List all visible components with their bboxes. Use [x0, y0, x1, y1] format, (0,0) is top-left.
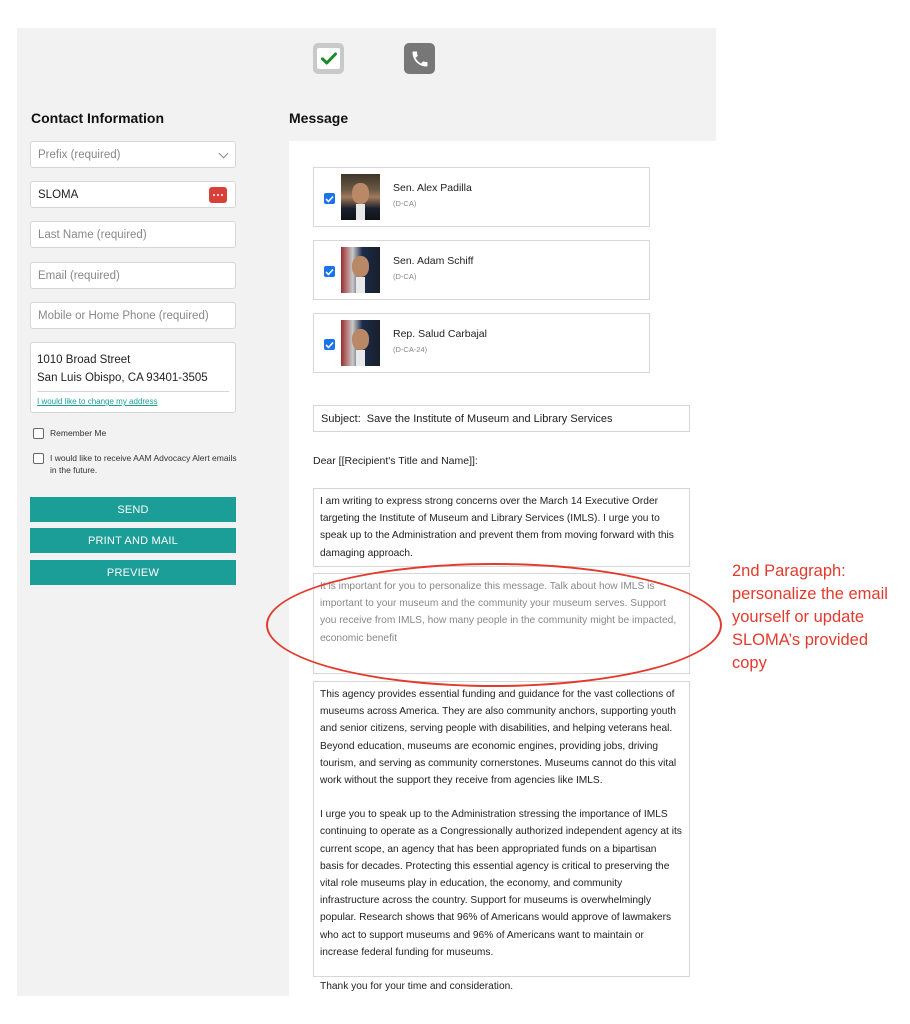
preview-button[interactable]: PREVIEW	[30, 560, 236, 585]
first-name-value: SLOMA	[38, 188, 79, 201]
recipient-card[interactable]: Sen. Alex Padilla (D-CA)	[313, 167, 650, 227]
paragraph-4-text: I urge you to speak up to the Administra…	[320, 809, 682, 958]
last-name-placeholder: Last Name (required)	[38, 228, 147, 241]
prefix-select[interactable]: Prefix (required)	[30, 141, 236, 168]
alerts-optin-checkbox[interactable]	[33, 453, 44, 464]
phone-icon	[412, 51, 427, 66]
recipient-party: (D-CA)	[393, 272, 417, 281]
remember-me-row[interactable]: Remember Me	[33, 428, 106, 439]
recipient-checkbox[interactable]	[324, 266, 335, 277]
print-and-mail-button[interactable]: PRINT AND MAIL	[30, 528, 236, 553]
chevron-down-icon	[218, 148, 229, 159]
recipient-card[interactable]: Sen. Adam Schiff (D-CA)	[313, 240, 650, 300]
checkmark-icon	[325, 195, 334, 203]
paragraph-3-text: This agency provides essential funding a…	[320, 689, 677, 787]
checkmark-icon	[325, 268, 334, 276]
last-name-field[interactable]: Last Name (required)	[30, 221, 236, 248]
password-manager-icon[interactable]	[209, 187, 227, 203]
recipient-party: (D-CA-24)	[393, 345, 428, 354]
email-field[interactable]: Email (required)	[30, 262, 236, 289]
phone-step-icon[interactable]	[404, 43, 435, 74]
paragraph-3-box[interactable]: This agency provides essential funding a…	[313, 681, 690, 992]
address-box: 1010 Broad Street San Luis Obispo, CA 93…	[30, 342, 236, 413]
recipient-party: (D-CA)	[393, 199, 417, 208]
recipient-photo	[341, 320, 380, 366]
check-icon	[320, 52, 337, 65]
subject-value: Save the Institute of Museum and Library…	[366, 412, 613, 425]
remember-me-label: Remember Me	[50, 428, 107, 438]
message-title: Message	[289, 110, 349, 126]
recipient-card[interactable]: Rep. Salud Carbajal (D-CA-24)	[313, 313, 650, 373]
change-address-link[interactable]: I would like to change my address	[37, 397, 158, 406]
recipient-name: Sen. Adam Schiff	[393, 255, 474, 267]
recipient-name: Sen. Alex Padilla	[393, 182, 472, 194]
paragraph-5-text: Thank you for your time and consideratio…	[320, 981, 514, 993]
email-step-icon[interactable]	[313, 43, 344, 74]
remember-me-checkbox[interactable]	[33, 428, 44, 439]
recipient-checkbox[interactable]	[324, 193, 335, 204]
send-button[interactable]: SEND	[30, 497, 236, 522]
alerts-optin-row[interactable]: I would like to receive AAM Advocacy Ale…	[33, 453, 239, 476]
recipient-photo	[341, 174, 380, 220]
checkmark-icon	[325, 341, 334, 349]
phone-placeholder: Mobile or Home Phone (required)	[38, 309, 209, 322]
recipient-name: Rep. Salud Carbajal	[393, 328, 487, 340]
address-line-1: 1010 Broad Street	[37, 354, 131, 366]
subject-field[interactable]: Subject: Save the Institute of Museum an…	[313, 405, 690, 432]
highlight-ellipse	[266, 563, 722, 687]
alerts-optin-label: I would like to receive AAM Advocacy Ale…	[50, 453, 237, 475]
contact-information-title: Contact Information	[31, 110, 164, 126]
subject-label: Subject:	[321, 412, 361, 425]
prefix-placeholder: Prefix (required)	[38, 148, 121, 161]
paragraph-1-text: I am writing to express strong concerns …	[320, 496, 674, 559]
phone-field[interactable]: Mobile or Home Phone (required)	[30, 302, 236, 329]
paragraph-1-box[interactable]: I am writing to express strong concerns …	[313, 488, 690, 567]
annotation-text: 2nd Paragraph: personalize the email you…	[732, 562, 888, 672]
first-name-field[interactable]: SLOMA	[30, 181, 236, 208]
address-line-2: San Luis Obispo, CA 93401-3505	[37, 372, 208, 384]
salutation: Dear [[Recipient's Title and Name]]:	[313, 455, 478, 467]
recipient-checkbox[interactable]	[324, 339, 335, 350]
recipient-photo	[341, 247, 380, 293]
address-divider	[37, 391, 229, 392]
email-placeholder: Email (required)	[38, 269, 120, 282]
